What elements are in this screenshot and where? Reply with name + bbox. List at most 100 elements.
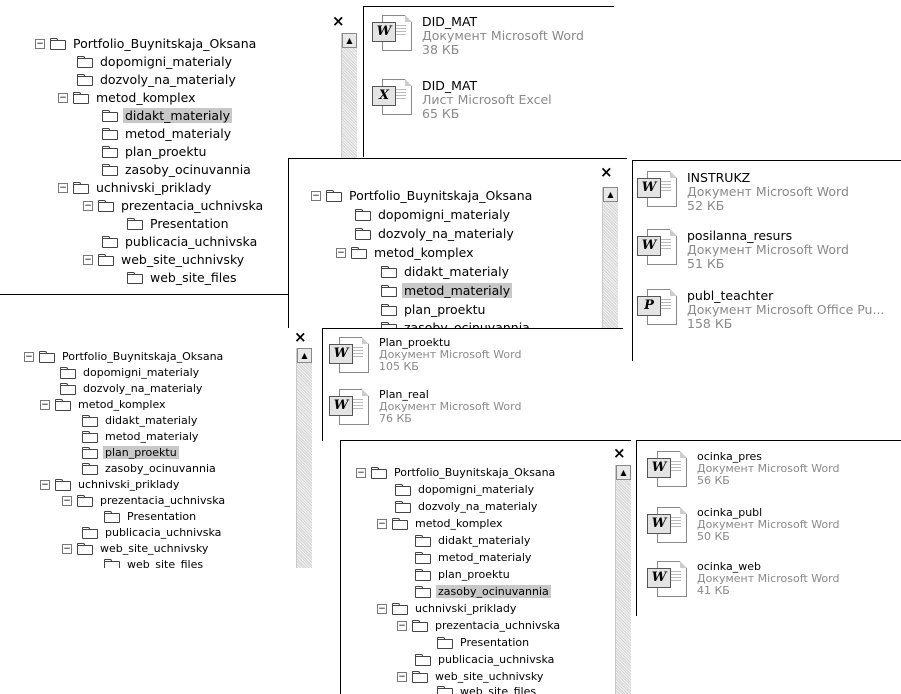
tree-root[interactable]: − Portfolio_Buynitskaja_Oksana — [356, 466, 557, 479]
tree-item-prezentacia[interactable]: − prezentacia_uchnivska — [83, 198, 265, 213]
tree-item-dopomigni[interactable]: dopomigni_materialy — [395, 483, 536, 496]
collapse-icon[interactable]: − — [397, 671, 407, 682]
tree-item-didakt[interactable]: didakt_materialy — [82, 414, 199, 427]
collapse-icon[interactable]: − — [377, 603, 387, 614]
file-item[interactable]: P publ_teachter Документ Microsoft Office… — [637, 289, 884, 330]
close-icon[interactable]: × — [613, 446, 626, 461]
tree-item-dopomigni[interactable]: dopomigni_materialy — [77, 54, 234, 69]
scroll-up-icon[interactable]: ▲ — [297, 348, 312, 363]
tree-item-uchnivski[interactable]: − uchnivski_priklady — [40, 478, 181, 491]
scroll-up-icon[interactable]: ▲ — [616, 465, 631, 480]
tree-item-publicacia[interactable]: publicacia_uchnivska — [102, 234, 259, 249]
tree-item-dozvoly[interactable]: dozvoly_na_materialy — [355, 226, 516, 241]
close-icon[interactable]: × — [332, 14, 345, 29]
file-list-panel-3[interactable]: W Plan_proektu Документ Microsoft Word 105… — [322, 328, 623, 441]
folder-icon — [415, 535, 431, 547]
collapse-icon[interactable]: − — [336, 247, 346, 258]
file-item[interactable]: W Plan_real Документ Microsoft Word 76 КБ — [329, 388, 521, 425]
file-item[interactable]: W ocinka_publ Документ Microsoft Word 50 К… — [647, 506, 839, 543]
tree-item-dopomigni[interactable]: dopomigni_materialy — [60, 366, 201, 379]
collapse-icon[interactable]: − — [356, 467, 366, 478]
tree-item-plan[interactable]: plan_proektu — [82, 446, 179, 459]
tree-item-uchnivski[interactable]: − uchnivski_priklady — [58, 180, 213, 195]
tree-item-didakt[interactable]: didakt_materialy — [102, 108, 232, 123]
file-item[interactable]: W posilanna_resurs Документ Microsoft Wor… — [637, 229, 849, 270]
file-item[interactable]: X DID_MAT Лист Microsoft Excel 65 КБ — [372, 79, 552, 120]
tree-item-web-files[interactable]: web_site_files — [104, 558, 205, 568]
tree-root[interactable]: − Portfolio_Buynitskaja_Oksana — [311, 188, 534, 203]
scroll-up-icon[interactable]: ▲ — [342, 33, 357, 48]
file-item[interactable]: W Plan_proektu Документ Microsoft Word 105… — [329, 336, 521, 373]
tree-item-presentation[interactable]: Presentation — [127, 216, 231, 231]
folder-icon — [415, 586, 431, 598]
collapse-icon[interactable]: − — [377, 518, 387, 529]
tree-item-metod-mat[interactable]: metod_materialy — [415, 551, 533, 564]
tree-item-dopomigni[interactable]: dopomigni_materialy — [355, 207, 512, 222]
tree-item-prezentacia[interactable]: − prezentacia_uchnivska — [397, 619, 562, 632]
folder-tree-panel-2[interactable]: × ▲ − Portfolio_Buynitskaja_Oksana dopomi… — [288, 158, 627, 329]
collapse-icon[interactable]: − — [83, 254, 93, 265]
close-icon[interactable]: × — [294, 330, 307, 345]
tree-scrollbar[interactable]: ▲ — [296, 348, 312, 568]
tree-item-didakt[interactable]: didakt_materialy — [381, 264, 511, 279]
folder-icon — [98, 200, 114, 212]
tree-root[interactable]: − Portfolio_Buynitskaja_Oksana — [24, 350, 225, 363]
collapse-icon[interactable]: − — [58, 182, 68, 193]
tree-item-metod-komplex[interactable]: − metod_komplex — [40, 398, 168, 411]
tree-item-web-site[interactable]: − web_site_uchnivsky — [83, 252, 246, 267]
folder-tree-panel-4[interactable]: × ▲ − Portfolio_Buynitskaja_Oksana dopomi… — [340, 440, 631, 694]
tree-item-plan[interactable]: plan_proektu — [415, 568, 512, 581]
tree-item-metod-mat[interactable]: metod_materialy — [381, 283, 513, 298]
tree-item-publicacia[interactable]: publicacia_uchnivska — [82, 526, 223, 539]
tree-item-zasoby[interactable]: zasoby_ocinuvannia — [102, 162, 253, 177]
tree-item-plan[interactable]: plan_proektu — [102, 144, 208, 159]
folder-icon — [102, 146, 118, 158]
collapse-icon[interactable]: − — [83, 200, 93, 211]
close-icon[interactable]: × — [600, 165, 613, 180]
tree-item-publicacia[interactable]: publicacia_uchnivska — [415, 653, 556, 666]
tree-item-plan[interactable]: plan_proektu — [381, 302, 487, 317]
tree-scrollbar[interactable]: ▲ — [602, 187, 618, 329]
file-list-panel-1[interactable]: W DID_MAT Документ Microsoft Word 38 КБ X … — [363, 6, 614, 157]
tree-item-web-site[interactable]: − web_site_uchnivsky — [397, 670, 545, 683]
tree-item-prezentacia[interactable]: − prezentacia_uchnivska — [62, 494, 227, 507]
file-item[interactable]: W ocinka_pres Документ Microsoft Word 56 К… — [647, 450, 839, 487]
collapse-icon[interactable]: − — [58, 92, 68, 103]
tree-item-didakt[interactable]: didakt_materialy — [415, 534, 532, 547]
collapse-icon[interactable]: − — [62, 495, 72, 506]
collapse-icon[interactable]: − — [40, 399, 50, 410]
folder-icon — [326, 190, 342, 202]
file-item[interactable]: W INSTRUKZ Документ Microsoft Word 52 КБ — [637, 171, 849, 212]
folder-icon — [392, 518, 408, 530]
collapse-icon[interactable]: − — [311, 190, 321, 201]
tree-item-uchnivski[interactable]: − uchnivski_priklady — [377, 602, 518, 615]
collapse-icon[interactable]: − — [24, 351, 34, 362]
tree-item-metod-mat[interactable]: metod_materialy — [102, 126, 233, 141]
tree-item-dozvoly[interactable]: dozvoly_na_materialy — [60, 382, 204, 395]
tree-item-web-site[interactable]: − web_site_uchnivsky — [62, 542, 210, 555]
collapse-icon[interactable]: − — [397, 620, 407, 631]
folder-icon — [82, 431, 98, 443]
file-list-panel-2[interactable]: W INSTRUKZ Документ Microsoft Word 52 КБ W… — [632, 160, 901, 361]
tree-item-dozvoly[interactable]: dozvoly_na_materialy — [77, 72, 238, 87]
collapse-icon[interactable]: − — [62, 543, 72, 554]
tree-item-zasoby[interactable]: zasoby_ocinuvannia — [415, 585, 551, 598]
tree-item-metod-komplex[interactable]: − metod_komplex — [377, 517, 505, 530]
file-list-panel-4[interactable]: W ocinka_pres Документ Microsoft Word 56 К… — [636, 440, 901, 616]
tree-item-metod-komplex[interactable]: − metod_komplex — [336, 245, 476, 260]
file-item[interactable]: W DID_MAT Документ Microsoft Word 38 КБ — [372, 15, 584, 56]
file-item[interactable]: W ocinka_web Документ Microsoft Word 41 КБ — [647, 560, 839, 597]
tree-item-metod-mat[interactable]: metod_materialy — [82, 430, 200, 443]
tree-root[interactable]: − Portfolio_Buynitskaja_Oksana — [35, 36, 258, 51]
tree-item-presentation[interactable]: Presentation — [437, 636, 531, 649]
scroll-up-icon[interactable]: ▲ — [603, 187, 618, 202]
collapse-icon[interactable]: − — [40, 479, 50, 490]
tree-item-web-files[interactable]: web_site_files — [127, 270, 238, 285]
tree-item-zasoby[interactable]: zasoby_ocinuvannia — [82, 462, 218, 475]
collapse-icon[interactable]: − — [35, 38, 45, 49]
tree-scrollbar[interactable]: ▲ — [615, 465, 631, 694]
tree-item-presentation[interactable]: Presentation — [104, 510, 198, 523]
tree-item-dozvoly[interactable]: dozvoly_na_materialy — [395, 500, 539, 513]
folder-tree-panel-3[interactable]: × ▲ − Portfolio_Buynitskaja_Oksana dopomi… — [0, 328, 318, 568]
tree-item-metod-komplex[interactable]: − metod_komplex — [58, 90, 198, 105]
